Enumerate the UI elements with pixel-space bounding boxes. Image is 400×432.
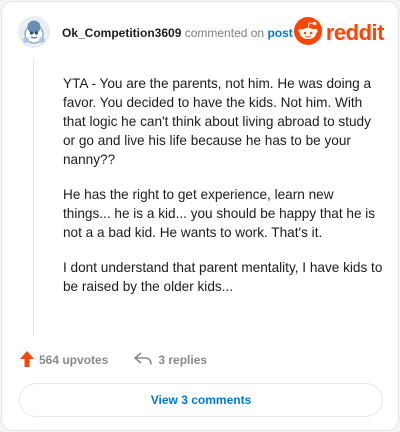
- reddit-wordmark: reddit: [325, 20, 385, 45]
- comment-paragraph: He has the right to get experience, lear…: [63, 187, 376, 240]
- comment-header: Ok_Competition3609 commented on post red…: [18, 16, 385, 56]
- commented-on-text: commented on: [184, 26, 265, 40]
- replies-button[interactable]: 3 replies: [134, 351, 208, 369]
- comment-paragraph: I dont understand that parent mentality,…: [63, 260, 383, 294]
- view-comments-button[interactable]: View 3 comments: [19, 383, 383, 417]
- reddit-brand[interactable]: reddit: [293, 16, 385, 50]
- comment-card: Ok_Competition3609 commented on post red…: [1, 1, 399, 431]
- upvote-arrow-icon: [19, 350, 35, 371]
- username-link[interactable]: Ok_Competition3609: [62, 26, 181, 40]
- comment-body: YTA - You are the parents, not him. He w…: [63, 74, 383, 312]
- comment-actions: 564 upvotes 3 replies: [19, 349, 207, 371]
- upvote-count: 564 upvotes: [39, 353, 109, 367]
- reply-arrow-icon: [134, 351, 153, 369]
- post-link[interactable]: post: [267, 26, 292, 40]
- upvote-button[interactable]: 564 upvotes: [19, 350, 108, 371]
- comment-meta: Ok_Competition3609 commented on post: [62, 26, 293, 40]
- avatar-icon[interactable]: [18, 16, 50, 48]
- comment-paragraph: YTA - You are the parents, not him. He w…: [63, 76, 372, 167]
- reddit-snoo-icon: [293, 16, 322, 50]
- replies-count: 3 replies: [158, 353, 208, 367]
- thread-line[interactable]: [33, 58, 34, 336]
